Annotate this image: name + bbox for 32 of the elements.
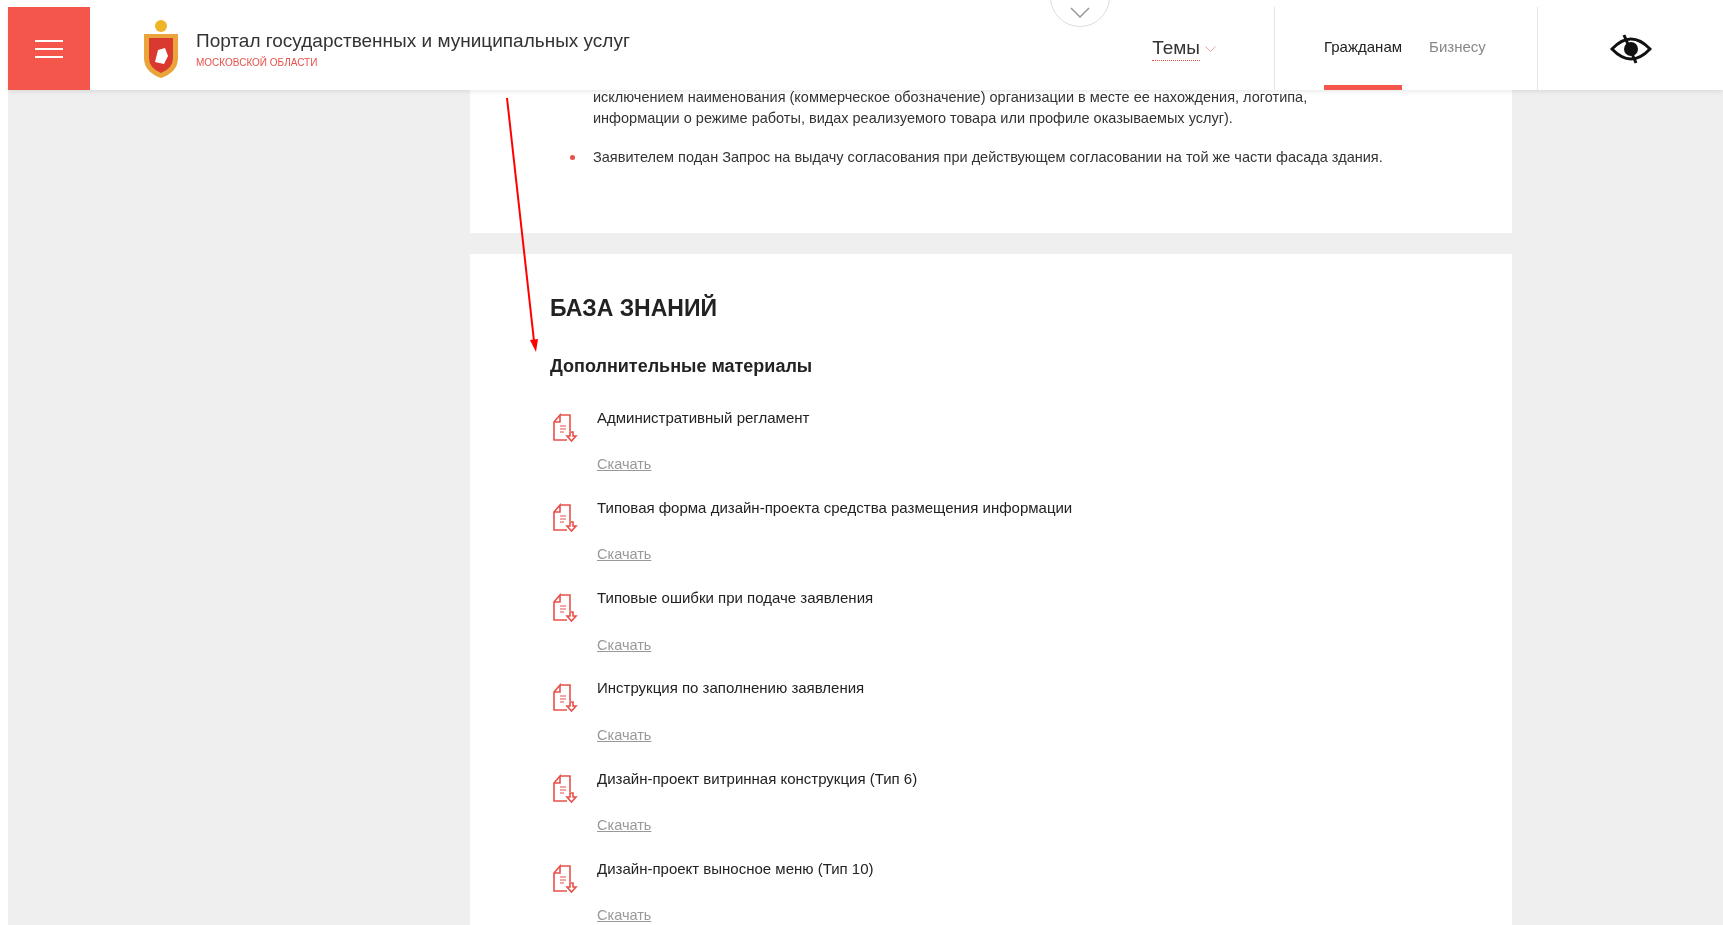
- bullet-icon: [570, 155, 575, 160]
- condition-text: Заявителем подан Запрос на выдачу согласования при действующем согласовании на той же части фасада здания.: [593, 148, 1384, 167]
- menu-button[interactable]: [8, 7, 90, 90]
- download-link[interactable]: Скачать: [597, 815, 652, 837]
- section-subheading: Дополнительные материалы: [550, 354, 814, 378]
- audience-tab[interactable]: Бизнесу: [1429, 7, 1486, 90]
- document-title: Инструкция по заполнению заявления: [597, 678, 865, 699]
- document-download-icon: [552, 593, 578, 623]
- portal-subtitle: МОСКОВСКОЙ ОБЛАСТИ: [196, 55, 319, 71]
- document-download-icon: [552, 412, 578, 443]
- topics-dropdown[interactable]: Темы: [1152, 36, 1274, 61]
- document-download-icon: [552, 773, 578, 804]
- download-link[interactable]: Скачать: [597, 724, 652, 747]
- chevron-down-icon: [1205, 45, 1216, 52]
- portal-title: Портал государственных и муниципальных услуг: [196, 28, 630, 53]
- document-download-icon: [552, 863, 578, 894]
- section-heading: БАЗА ЗНАНИЙ: [550, 293, 718, 323]
- download-link[interactable]: Скачать: [597, 544, 652, 566]
- condition-text: исключением наименования (коммерческое обозначение) организации в месте ее нахождения, логотипа, информации о режиме работы, видах реализуемого товара или профиле оказываемых услуг).: [593, 88, 1309, 128]
- download-link[interactable]: Скачать: [597, 454, 652, 476]
- document-title: Типовые ошибки при подаче заявления: [597, 588, 874, 608]
- document-title: Дизайн-проект витринная конструкция (Тип 6): [597, 768, 918, 789]
- download-link[interactable]: Скачать: [597, 634, 652, 657]
- document-title: Административный регламент: [597, 407, 810, 428]
- document-title: Дизайн-проект выносное меню (Тип 10): [597, 858, 874, 879]
- download-link[interactable]: Скачать: [597, 905, 652, 925]
- eye-icon[interactable]: [1609, 32, 1652, 65]
- menu-icon: [35, 39, 63, 58]
- document-download-icon: [552, 502, 578, 533]
- document-download-icon: [552, 683, 578, 714]
- chevron-down-icon: [1069, 7, 1090, 18]
- document-title: Типовая форма дизайн-проекта средства размещения информации: [597, 497, 1073, 518]
